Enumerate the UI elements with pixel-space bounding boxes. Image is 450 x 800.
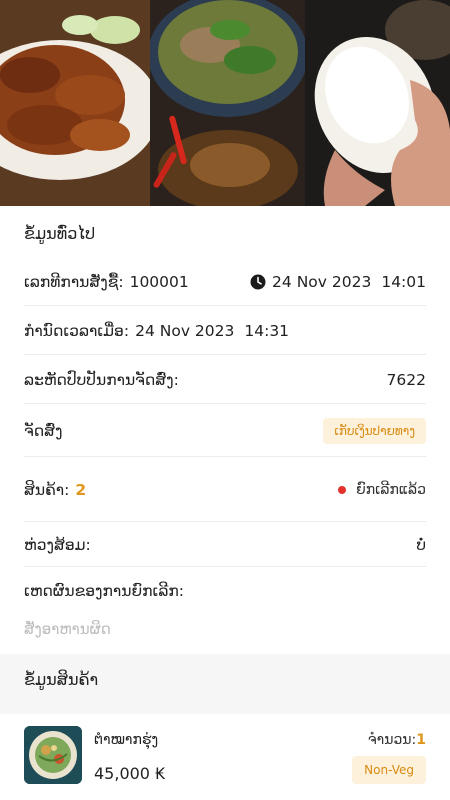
items-count: 2 xyxy=(75,480,87,499)
product-thumbnail xyxy=(24,726,82,784)
non-veg-badge: Non-Veg xyxy=(352,756,426,784)
product-list-item[interactable]: ຕໍາໝາກຮຸ່ງ 45,000 ₭ ຈໍານວນ:1 Non-Veg xyxy=(0,714,450,800)
scheduled-label: ກໍານົດເວລາເມື່ອ: xyxy=(24,321,130,340)
order-number-label: ເລກທີການສັ່ງຊື້: xyxy=(24,272,124,291)
clock-icon xyxy=(250,274,266,289)
delivery-label: ຈັດສົ່ງ xyxy=(24,421,63,440)
cutlery-value: ບໍ່ xyxy=(416,535,426,554)
scheduled-row: ກໍານົດເວລາເມື່ອ: 24 Nov 2023 14:31 xyxy=(24,307,426,355)
delivery-code-row: ລະຫັດປົບປັນການຈັດສົ່ງ: 7622 xyxy=(24,356,426,404)
cancel-reason-label: ເຫດຜົນຂອງການຍົກເລີກ: xyxy=(24,582,185,600)
cutlery-row: ຫ່ວງສ້ອມ: ບໍ່ xyxy=(24,523,426,567)
cutlery-label: ຫ່ວງສ້ອມ: xyxy=(24,535,91,554)
order-time: 14:01 xyxy=(381,272,426,291)
delivery-code-label: ລະຫັດປົບປັນການຈັດສົ່ງ: xyxy=(24,370,179,389)
sticky-rice-photo xyxy=(305,0,450,206)
delivery-row: ຈັດສົ່ງ ເກັບເງິນປາຍທາງ xyxy=(24,405,426,457)
order-number-value: 100001 xyxy=(129,272,189,291)
payment-method-badge: ເກັບເງິນປາຍທາງ xyxy=(323,417,426,444)
items-row: ສິນຄ້າ: 2 ຍົກເລີກແລ້ວ xyxy=(24,458,426,522)
quantity-label: ຈໍານວນ: xyxy=(367,732,417,748)
scheduled-date: 24 Nov 2023 xyxy=(135,321,235,340)
product-price: 45,000 ₭ xyxy=(94,764,166,783)
scheduled-time: 14:31 xyxy=(244,321,290,340)
order-number-row: ເລກທີການສັ່ງຊື້: 100001 24 Nov 2023 14:0… xyxy=(24,258,426,306)
order-date: 24 Nov 2023 xyxy=(272,272,372,291)
product-info-title: ຂໍ້ມູນສິນຄ້າ xyxy=(24,670,99,689)
delivery-code-value: 7622 xyxy=(386,370,426,389)
items-label: ສິນຄ້າ: xyxy=(24,480,70,499)
larb-and-stew-photo xyxy=(150,0,305,206)
general-info-title: ຂໍ້ມູນທົ່ວໄປ xyxy=(24,224,96,243)
cancel-reason-value: ສັ່ງອາຫານຜິດ xyxy=(24,620,111,638)
status-dot-icon xyxy=(338,485,347,494)
grilled-wings-photo xyxy=(0,0,150,206)
quantity-value: 1 xyxy=(416,732,426,748)
product-name: ຕໍາໝາກຮຸ່ງ xyxy=(94,732,159,748)
product-quantity: ຈໍານວນ:1 xyxy=(368,732,426,748)
hero-banner xyxy=(0,0,450,206)
order-status: ຍົກເລີກແລ້ວ xyxy=(356,481,426,498)
